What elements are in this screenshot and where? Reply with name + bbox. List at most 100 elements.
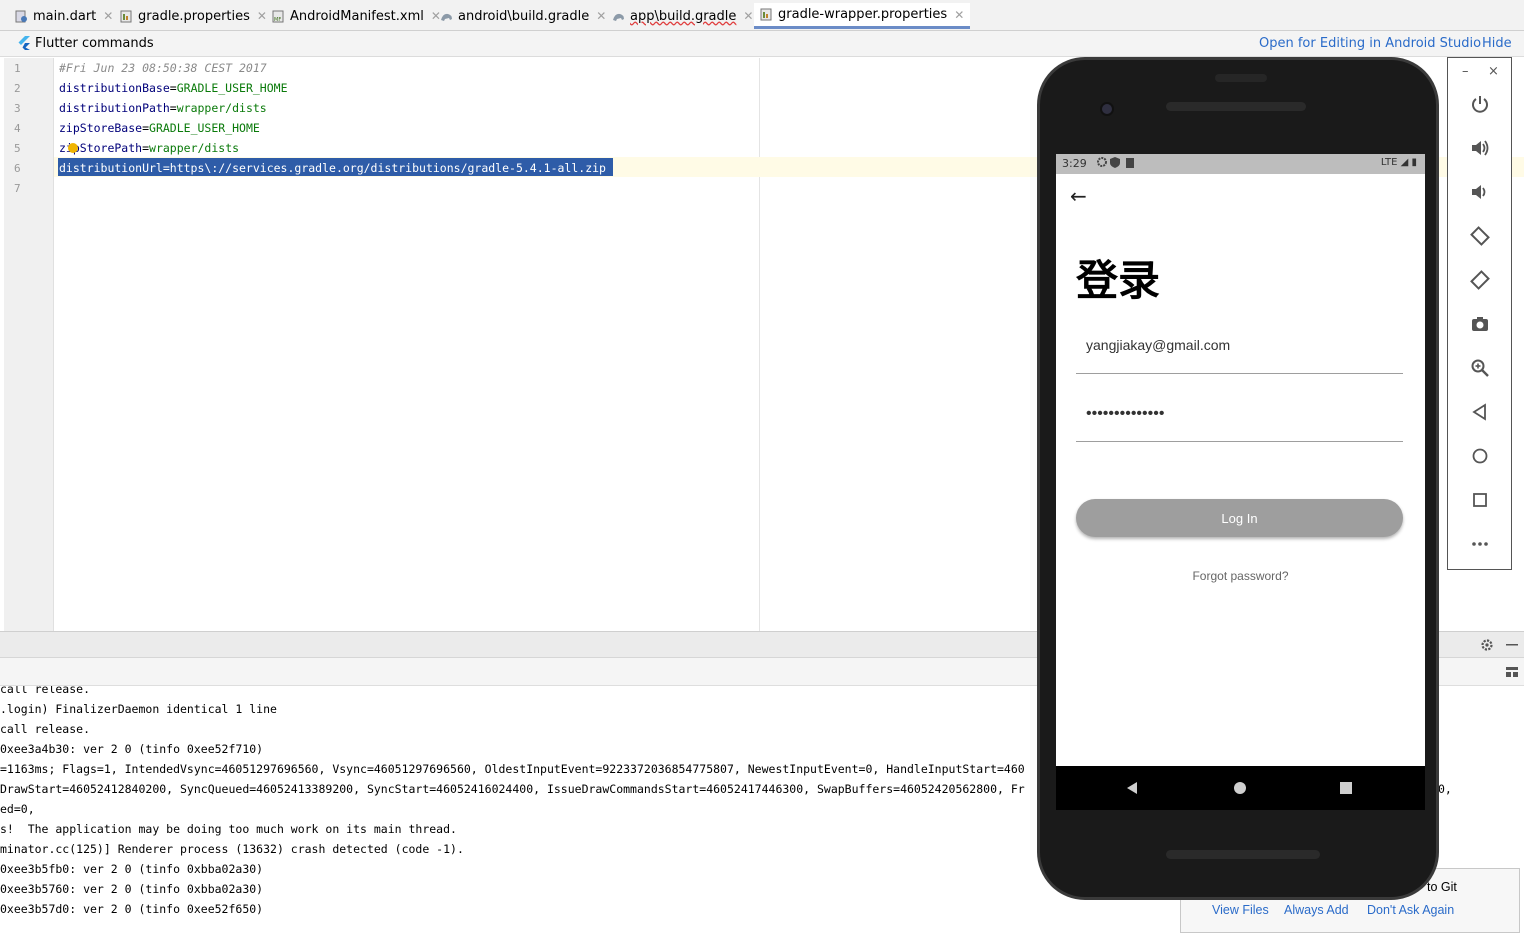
console-line: .login) FinalizerDaemon identical 1 line [0,702,277,716]
property-value: wrapper/dists [149,141,240,155]
forgot-password-link[interactable]: Forgot password? [1056,569,1425,583]
flutter-logo-icon [18,36,30,50]
line-number: 3 [14,102,21,115]
line-number: 1 [14,62,21,75]
line-number: 5 [14,142,21,155]
equals-sign: = [169,81,177,95]
nav-back-icon[interactable] [1120,776,1144,800]
camera-icon[interactable] [1466,310,1494,338]
layout-options-icon[interactable] [1505,665,1519,679]
tab-android-build-gradle[interactable]: android\build.gradle ✕ [440,3,606,29]
code-line-6: distributionUrl=https\://services.gradle… [59,161,606,175]
emulator-side-toolbar: – × [1447,57,1512,570]
back-icon[interactable] [1466,398,1494,426]
close-tab-icon[interactable]: ✕ [257,9,267,23]
tab-gradle-wrapper-properties[interactable]: gradle-wrapper.properties ✕ [754,3,971,29]
property-key: distributionBase [59,81,170,95]
close-window-button[interactable]: × [1488,64,1499,79]
gradle-file-icon [441,13,452,21]
volume-up-icon[interactable] [1466,134,1494,162]
banner-title: Flutter commands [35,36,154,51]
volume-down-icon[interactable] [1466,178,1494,206]
status-network: LTE ◢ ▮ [1380,157,1417,168]
device-screen[interactable]: 3:29 LTE ◢ ▮ ← 登录 Log In Forgot password… [1056,154,1425,766]
nav-overview-icon[interactable] [1334,776,1358,800]
code-line-4: zipStoreBase=GRADLE_USER_HOME [59,118,260,138]
email-input[interactable] [1086,337,1386,353]
console-line: call release. [0,722,91,736]
tab-main-dart[interactable]: main.dart ✕ [15,3,113,29]
tab-gradle-properties[interactable]: gradle.properties ✕ [120,3,267,29]
property-value: wrapper/dists [176,101,267,115]
always-add-link[interactable]: Always Add [1284,903,1349,917]
home-icon[interactable] [1466,442,1494,470]
close-tab-icon[interactable]: ✕ [743,9,753,23]
properties-file-icon [120,10,132,22]
back-arrow-icon[interactable]: ← [1070,184,1087,208]
console-line: call release. [0,686,91,696]
status-notification-icons [1096,156,1140,172]
dont-ask-again-link[interactable]: Don't Ask Again [1367,903,1454,917]
editor-tab-bar: main.dart ✕ gradle.properties ✕ MF Andro… [0,0,1524,31]
tab-label: app\build.gradle [630,8,737,24]
manifest-file-icon: MF [272,10,284,23]
settings-gear-icon[interactable] [1480,638,1494,652]
console-line: DrawStart=46052412840200, SyncQueued=460… [0,782,1025,796]
status-icons [1097,157,1134,168]
intention-bulb-icon[interactable] [68,143,78,153]
tab-label: gradle.properties [138,8,250,24]
zoom-icon[interactable] [1466,354,1494,382]
password-field[interactable] [1076,392,1403,442]
tab-label: gradle-wrapper.properties [778,7,948,22]
rotate-right-icon[interactable] [1466,266,1494,294]
more-icon[interactable] [1466,530,1494,558]
property-key: distributionPath [59,101,170,115]
console-line: minator.cc(125)] Renderer process (13632… [0,842,464,856]
close-tab-icon[interactable]: ✕ [596,9,606,23]
console-line-tail: 0, [1438,782,1452,796]
console-line: 0xee3b5760: ver 2 0 (tinfo 0xbba02a30) [0,882,264,896]
overview-icon[interactable] [1466,486,1494,514]
open-in-android-studio-link[interactable]: Open for Editing in Android Studio [1259,36,1481,51]
rotate-left-icon[interactable] [1466,222,1494,250]
log-in-button[interactable]: Log In [1076,499,1403,537]
hide-banner-link[interactable]: Hide [1482,36,1512,51]
minimize-panel-icon[interactable] [1506,644,1518,647]
code-line-5: zipStorePath=wrapper/dists [59,138,239,158]
nav-home-icon[interactable] [1228,776,1252,800]
tab-label: AndroidManifest.xml [290,8,424,24]
android-status-bar: 3:29 LTE ◢ ▮ [1056,154,1425,174]
login-heading: 登录 [1076,256,1161,305]
status-time: 3:29 [1062,157,1087,170]
close-tab-icon[interactable]: ✕ [103,9,113,23]
right-margin-guide [759,58,760,631]
line-number: 7 [14,182,21,195]
line-number-gutter: 1 2 3 4 5 6 7 [4,58,54,631]
android-emulator-device: 3:29 LTE ◢ ▮ ← 登录 Log In Forgot password… [1037,57,1439,900]
code-line-3: distributionPath=wrapper/dists [59,98,267,118]
network-type: LTE [1380,157,1398,168]
android-nav-bar [1056,766,1425,810]
tab-app-build-gradle[interactable]: app\build.gradle ✕ [612,3,753,29]
console-line: s! The application may be doing too much… [0,822,457,836]
properties-file-icon [760,8,772,21]
power-icon[interactable] [1466,90,1494,118]
console-line: =1163ms; Flags=1, IntendedVsync=46051297… [0,762,1025,776]
email-field[interactable] [1076,324,1403,374]
notification-message: to Git [1427,880,1457,894]
line-number: 4 [14,122,21,135]
property-value: GRADLE_USER_HOME [176,81,288,95]
console-line: ed=0, [0,802,35,816]
flutter-commands-banner: Flutter commands Open for Editing in And… [0,31,1524,57]
view-files-link[interactable]: View Files [1212,903,1269,917]
console-line: 0xee3b5fb0: ver 2 0 (tinfo 0xbba02a30) [0,862,264,876]
close-tab-icon[interactable]: ✕ [954,8,964,22]
equals-sign: = [142,141,150,155]
proximity-sensor [1215,74,1267,82]
line-number: 2 [14,82,21,95]
tab-android-manifest[interactable]: MF AndroidManifest.xml ✕ [272,3,441,29]
equals-sign: = [142,121,150,135]
svg-text:MF: MF [274,17,281,23]
minimize-window-button[interactable]: – [1462,64,1469,79]
password-input[interactable] [1086,405,1386,423]
